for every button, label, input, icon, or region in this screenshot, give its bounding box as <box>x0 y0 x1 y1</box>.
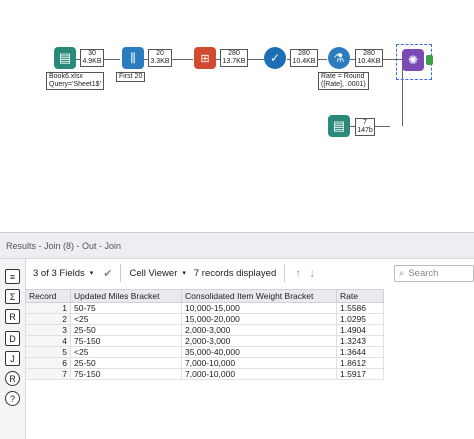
search-placeholder: Search <box>408 268 439 279</box>
table-cell[interactable]: 2,000-3,000 <box>181 335 337 347</box>
r-output-icon[interactable]: R <box>5 371 20 386</box>
table-cell[interactable]: 1.3243 <box>336 335 384 347</box>
table-row[interactable]: 5 <25 35,000-40,000 1.3644 <box>25 346 384 358</box>
table-cell[interactable]: 50-75 <box>70 302 182 314</box>
table-row[interactable]: 2 <25 15,000-20,000 1.0295 <box>25 313 384 325</box>
check-icon: ✓ <box>269 51 281 65</box>
table-row[interactable]: 4 75-150 2,000-3,000 1.3243 <box>25 335 384 347</box>
table-row[interactable]: 6 25-50 7,000-10,000 1.8612 <box>25 357 384 369</box>
chevron-down-icon: ▾ <box>182 270 186 277</box>
divider <box>284 264 286 282</box>
record-badge: 20 3.3KB <box>148 49 172 67</box>
results-panel: ≡ Σ R D J R ? 3 of 3 Fields ▾ ✔ Cell Vie… <box>0 259 474 439</box>
select-annotation: First 20 <box>116 72 146 82</box>
viewer-dropdown[interactable]: Cell Viewer ▾ <box>129 268 185 279</box>
join-icon: ✺ <box>407 53 419 67</box>
formula-annotation: Rate = Round ([Rate], .0001) <box>318 72 369 90</box>
record-icon[interactable]: R <box>5 309 20 324</box>
input-annotation: Book6.xlsx Query='Sheet1$' <box>46 72 104 90</box>
table-cell[interactable]: 15,000-20,000 <box>181 313 337 325</box>
book-icon: ▤ <box>58 50 72 65</box>
viewer-label: Cell Viewer <box>129 267 178 279</box>
record-badge: 280 10.4KB <box>355 49 383 67</box>
help-icon[interactable]: ? <box>5 391 20 406</box>
table-cell[interactable]: 1.8612 <box>336 357 384 369</box>
column-header[interactable]: Consolidated Item Weight Bracket <box>181 289 337 303</box>
record-cell: 7 <box>25 368 71 380</box>
table-cell[interactable]: 1.5917 <box>336 368 384 380</box>
column-header[interactable]: Rate <box>336 289 384 303</box>
table-cell[interactable]: 2,000-3,000 <box>181 324 337 336</box>
record-cell: 6 <box>25 357 71 369</box>
records-status: 7 records displayed <box>193 267 277 279</box>
check-tool[interactable]: ✓ <box>264 47 286 69</box>
results-sidebar: ≡ Σ R D J R ? <box>0 259 26 439</box>
input2-tool[interactable]: ▤ <box>328 115 350 137</box>
record-cell: 4 <box>25 335 71 347</box>
output-anchor[interactable] <box>426 55 433 65</box>
table-cell[interactable]: 7,000-10,000 <box>181 357 337 369</box>
select-tool[interactable]: ⫼ <box>122 47 144 69</box>
record-badge: 280 13.7KB <box>220 49 248 67</box>
table-cell[interactable]: 1.5586 <box>336 302 384 314</box>
table-cell[interactable]: 7,000-10,000 <box>181 368 337 380</box>
record-cell: 3 <box>25 324 71 336</box>
record-badge: 280 10.4KB <box>290 49 318 67</box>
table-cell[interactable]: 10,000-15,000 <box>181 302 337 314</box>
flask-icon: ⚗ <box>333 51 345 65</box>
record-cell: 2 <box>25 313 71 325</box>
checkmark-icon[interactable]: ✔ <box>103 267 112 280</box>
join-data-icon[interactable]: J <box>5 351 20 366</box>
metadata-icon[interactable]: Σ <box>5 289 20 304</box>
table-row[interactable]: 1 50-75 10,000-15,000 1.5586 <box>25 302 384 314</box>
table-cell[interactable]: <25 <box>70 313 182 325</box>
workflow-canvas[interactable]: ▤ ⫼ ⊞ ✓ ⚗ ✺ ▤ 30 4.9KB 20 3.3KB 280 13.7KB … <box>0 0 474 232</box>
join-tool[interactable]: ✺ <box>402 49 424 71</box>
record-badge: 7 147b <box>355 118 375 136</box>
results-toolbar: 3 of 3 Fields ▾ ✔ Cell Viewer ▾ 7 record… <box>25 259 474 287</box>
record-cell: 1 <box>25 302 71 314</box>
table-cell[interactable]: <25 <box>70 346 182 358</box>
table-row[interactable]: 7 75-150 7,000-10,000 1.5917 <box>25 368 384 380</box>
table-row[interactable]: 3 25-50 2,000-3,000 1.4904 <box>25 324 384 336</box>
search-input[interactable]: ⌕ Search <box>394 265 474 282</box>
fields-label: 3 of 3 Fields <box>33 267 85 279</box>
divider <box>120 264 122 282</box>
table-cell[interactable]: 75-150 <box>70 368 182 380</box>
results-title: Results - Join (8) - Out - Join <box>0 232 474 259</box>
table-cell[interactable]: 1.4904 <box>336 324 384 336</box>
arrow-up-icon[interactable]: ↑ <box>295 266 301 280</box>
column-header[interactable]: Updated Miles Bracket <box>70 289 182 303</box>
chevron-down-icon: ▾ <box>89 270 94 277</box>
flask-tool[interactable]: ⚗ <box>328 47 350 69</box>
columns-icon: ⫼ <box>130 50 136 65</box>
data-icon[interactable]: D <box>5 331 20 346</box>
table-cell[interactable]: 25-50 <box>70 357 182 369</box>
table-cell[interactable]: 1.3644 <box>336 346 384 358</box>
table-cell[interactable]: 25-50 <box>70 324 182 336</box>
search-icon: ⌕ <box>399 268 405 279</box>
formula-icon: ⊞ <box>200 52 210 65</box>
arrow-down-icon[interactable]: ↓ <box>309 266 315 280</box>
table-view-icon[interactable]: ≡ <box>5 269 20 284</box>
input-tool[interactable]: ▤ <box>54 47 76 69</box>
book-icon: ▤ <box>332 118 346 133</box>
table-cell[interactable]: 1.0295 <box>336 313 384 325</box>
table-cell[interactable]: 35,000-40,000 <box>181 346 337 358</box>
record-badge: 30 4.9KB <box>80 49 104 67</box>
formula-tool[interactable]: ⊞ <box>194 47 216 69</box>
fields-dropdown[interactable]: 3 of 3 Fields ▾ <box>33 268 93 279</box>
column-header[interactable]: Record <box>25 289 71 303</box>
table-cell[interactable]: 75-150 <box>70 335 182 347</box>
results-table: Record Updated Miles Bracket Consolidate… <box>25 289 384 380</box>
record-cell: 5 <box>25 346 71 358</box>
